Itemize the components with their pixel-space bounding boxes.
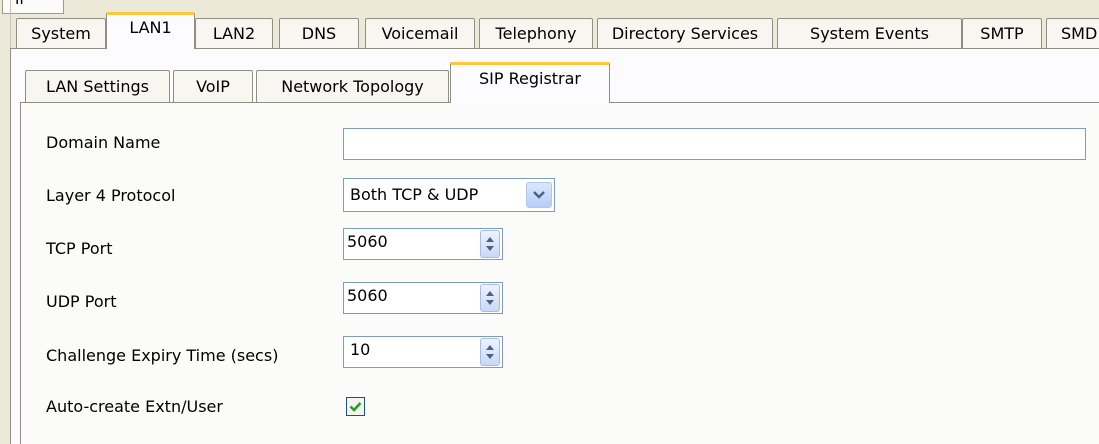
subtab-voip[interactable]: VoIP [173,70,253,103]
spinner-arrows-icon [486,291,494,305]
challenge-expiry-input[interactable]: 10 [343,336,503,368]
tab-label: Voicemail [381,24,459,43]
tcp-port-input[interactable]: 5060 [343,228,503,260]
chevron-down-icon [533,191,545,199]
tcp-port-label: TCP Port [46,239,113,258]
check-icon [349,402,362,412]
tab-directory-services[interactable]: Directory Services [597,18,773,49]
challenge-expiry-label: Challenge Expiry Time (secs) [46,346,279,365]
subtab-label: SIP Registrar [478,69,582,88]
udp-port-label: UDP Port [46,292,117,311]
subtab-sip-registrar[interactable]: SIP Registrar [450,62,610,103]
spinner-arrows-icon [486,345,494,359]
tab-telephony[interactable]: Telephony [479,18,593,49]
tcp-port-spinner[interactable] [480,230,500,258]
tab-voicemail[interactable]: Voicemail [365,18,475,49]
challenge-expiry-spinner[interactable] [480,338,500,366]
tab-system-events[interactable]: System Events [777,18,962,49]
udp-port-input[interactable]: 5060 [343,282,503,314]
udp-port-spinner[interactable] [480,284,500,312]
dropdown-button[interactable] [526,182,552,208]
tab-label: LAN1 [129,18,172,37]
tab-lan1[interactable]: LAN1 [106,12,195,49]
tab-smtp[interactable]: SMTP [962,18,1042,49]
subtab-label: LAN Settings [46,77,149,96]
layer4-protocol-label: Layer 4 Protocol [46,186,176,205]
tab-label: SMTP [980,24,1024,43]
subtab-network-topology[interactable]: Network Topology [256,70,449,103]
tab-label: System [31,24,91,43]
subtab-lan-settings[interactable]: LAN Settings [25,70,170,103]
layer4-protocol-select[interactable]: Both TCP & UDP [343,178,555,212]
tab-system[interactable]: System [16,18,106,49]
tab-smdr[interactable]: SMD [1046,18,1099,49]
tab-label: Directory Services [611,24,759,43]
subtab-label: Network Topology [281,77,424,96]
auto-create-label: Auto-create Extn/User [46,397,223,416]
tab-lan2[interactable]: LAN2 [195,18,273,49]
tab-label: DNS [301,24,337,43]
tab-label: System Events [810,24,929,43]
tab-label: Telephony [495,24,577,43]
layer4-protocol-value: Both TCP & UDP [350,185,479,204]
upper-tab-remnant: IP [2,0,64,14]
tab-dns[interactable]: DNS [279,18,359,49]
subtab-label: VoIP [196,77,230,96]
upper-tab-label: IP [15,0,28,8]
tab-label: SMD [1061,24,1098,43]
domain-name-label: Domain Name [46,133,161,152]
spinner-arrows-icon [486,237,494,251]
domain-name-input[interactable] [343,128,1086,160]
tab-label: LAN2 [212,24,256,43]
auto-create-checkbox[interactable] [346,397,365,416]
